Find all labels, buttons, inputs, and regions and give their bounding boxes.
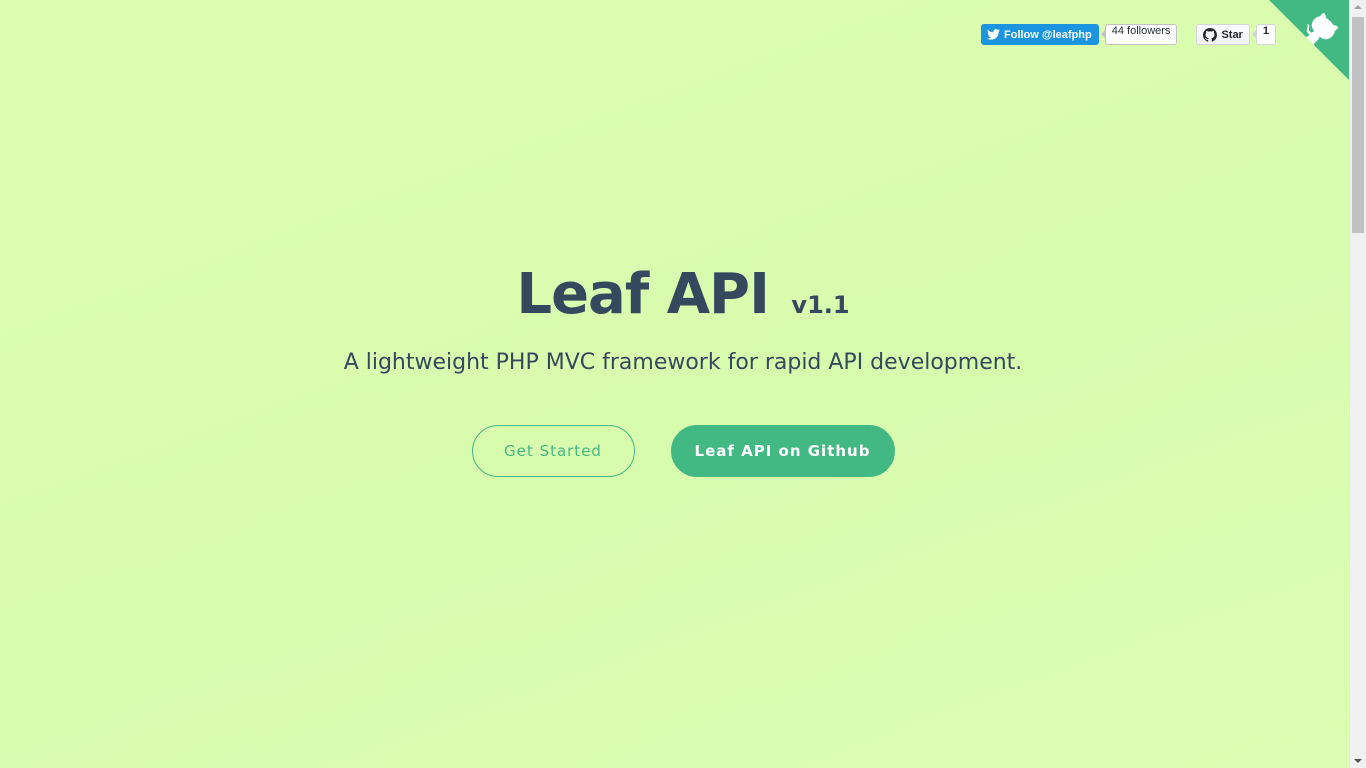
twitter-follow-label: Follow @leafphp bbox=[1004, 28, 1092, 41]
scroll-up-arrow-icon[interactable] bbox=[1354, 5, 1362, 9]
page: Follow @leafphp 44 followers Star 1 Leaf… bbox=[0, 0, 1349, 768]
scroll-down-arrow-icon[interactable] bbox=[1354, 759, 1362, 763]
social-widgets: Follow @leafphp 44 followers Star 1 bbox=[981, 24, 1276, 45]
title-text: Leaf API bbox=[516, 262, 770, 327]
twitter-follower-count[interactable]: 44 followers bbox=[1100, 24, 1178, 45]
version-label: v1.1 bbox=[791, 291, 850, 319]
github-octocat-corner-icon bbox=[1269, 0, 1349, 80]
github-mark-icon bbox=[1203, 27, 1218, 42]
vertical-scrollbar[interactable] bbox=[1349, 0, 1366, 768]
page-title: Leaf API v1.1 bbox=[0, 262, 1349, 327]
hero-buttons: Get Started Leaf API on Github bbox=[0, 425, 1349, 477]
github-star-label: Star bbox=[1221, 28, 1243, 41]
github-corner-link[interactable] bbox=[1269, 0, 1349, 80]
twitter-follow-button[interactable]: Follow @leafphp bbox=[981, 24, 1099, 45]
github-repo-button[interactable]: Leaf API on Github bbox=[670, 425, 895, 477]
twitter-bird-icon bbox=[987, 29, 1000, 40]
scrollbar-thumb[interactable] bbox=[1352, 17, 1364, 233]
page-subtitle: A lightweight PHP MVC framework for rapi… bbox=[343, 350, 1023, 375]
get-started-button[interactable]: Get Started bbox=[471, 425, 635, 477]
github-star-button[interactable]: Star bbox=[1196, 24, 1250, 45]
